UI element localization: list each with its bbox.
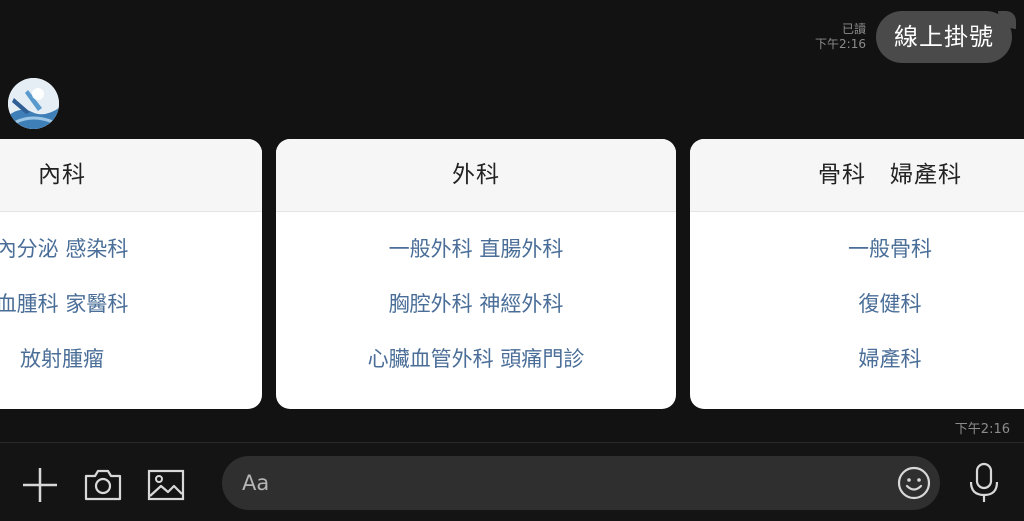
card-option[interactable]: 胸腔外科 神經外科 [276, 277, 676, 332]
message-input[interactable] [222, 456, 940, 510]
outgoing-message-bubble[interactable]: 線上掛號 [876, 11, 1012, 63]
image-icon[interactable] [146, 465, 186, 505]
card-option[interactable]: 血腫科 家醫科 [0, 277, 262, 332]
card-title: 內科 [0, 139, 262, 212]
avatar-image [8, 78, 59, 129]
card-option[interactable]: 婦產科 [690, 332, 1024, 387]
card-title: 骨科 婦產科 [690, 139, 1024, 212]
message-time: 下午2:16 [815, 37, 866, 51]
microphone-icon[interactable] [966, 461, 1002, 505]
menu-card-orthopedics-obgyn: 骨科 婦產科 一般骨科 復健科 婦產科 [690, 139, 1024, 409]
menu-card-internal-medicine: 內科 內分泌 感染科 血腫科 家醫科 放射腫瘤 [0, 139, 262, 409]
camera-icon[interactable] [83, 465, 123, 505]
message-meta: 已讀 下午2:16 [776, 22, 866, 52]
card-option[interactable]: 一般外科 直腸外科 [276, 222, 676, 277]
card-option[interactable]: 放射腫瘤 [0, 332, 262, 387]
chat-screen: 已讀 下午2:16 線上掛號 內科 內分泌 感染科 血腫科 家醫科 放射腫瘤 外… [0, 0, 1024, 521]
menu-card-surgery: 外科 一般外科 直腸外科 胸腔外科 神經外科 心臟血管外科 頭痛門診 [276, 139, 676, 409]
plus-icon[interactable] [20, 465, 60, 505]
avatar[interactable] [8, 78, 59, 129]
card-option[interactable]: 復健科 [690, 277, 1024, 332]
card-option[interactable]: 心臟血管外科 頭痛門診 [276, 332, 676, 387]
input-bar [0, 443, 1024, 521]
read-status: 已讀 [841, 22, 866, 36]
card-option[interactable]: 一般骨科 [690, 222, 1024, 277]
card-option[interactable]: 內分泌 感染科 [0, 222, 262, 277]
emoji-icon[interactable] [896, 465, 932, 501]
received-message-time: 下午2:16 [954, 422, 1010, 437]
card-title: 外科 [276, 139, 676, 212]
